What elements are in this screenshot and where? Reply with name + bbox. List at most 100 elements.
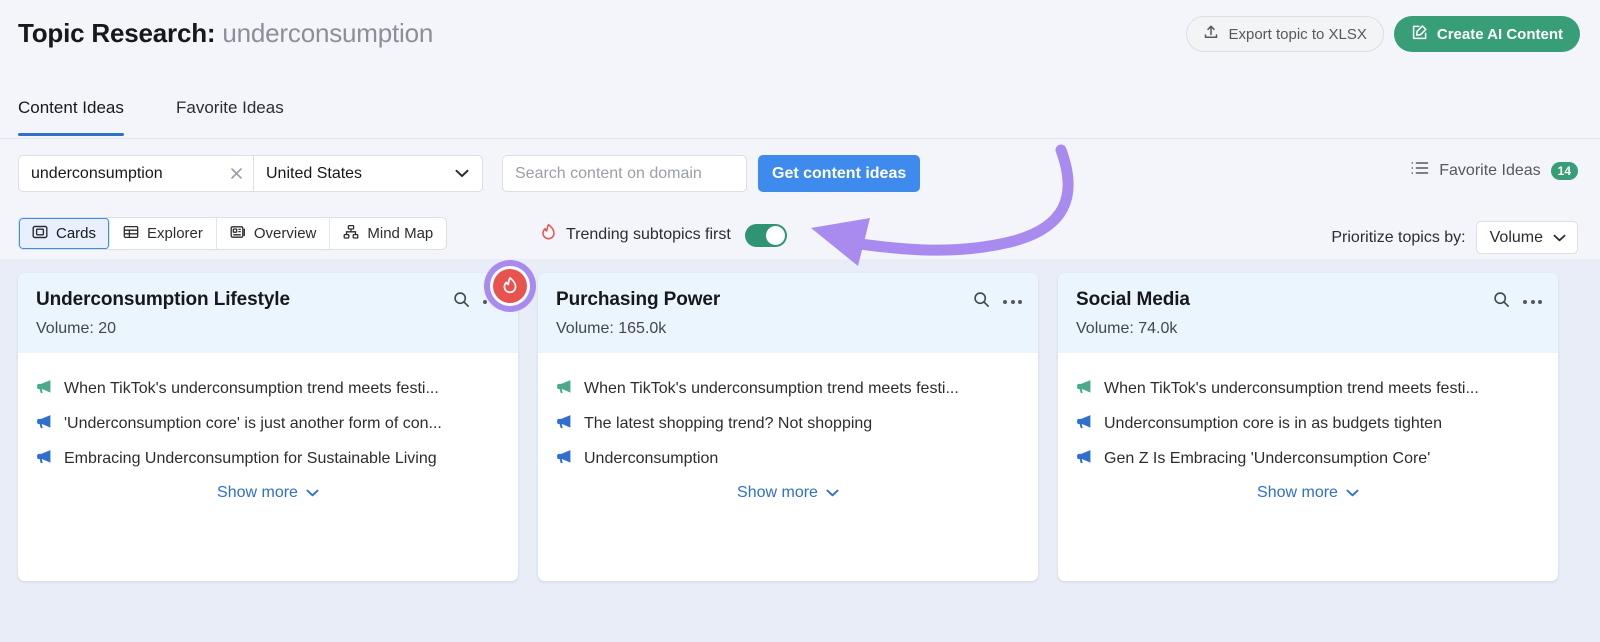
idea-text: Embracing Underconsumption for Sustainab… [64,450,437,467]
idea-item[interactable]: The latest shopping trend? Not shopping [556,414,1020,434]
view-mode-overview-label: Overview [253,225,317,242]
overview-icon [230,224,246,244]
idea-text: Underconsumption core is in as budgets t… [1104,415,1442,432]
toggle-knob [765,225,785,245]
show-more-label: Show more [737,484,818,501]
chevron-down-icon [1553,229,1566,247]
topic-research-page: Topic Research: underconsumption Export … [0,0,1600,642]
chevron-down-icon [826,484,839,502]
export-topic-button[interactable]: Export topic to XLSX [1186,16,1384,52]
topic-card-body: When TikTok's underconsumption trend mee… [538,353,1038,581]
idea-item[interactable]: When TikTok's underconsumption trend mee… [556,379,1020,399]
view-mode-cards[interactable]: Cards [19,218,111,249]
tab-favorite-ideas[interactable]: Favorite Ideas [176,98,284,135]
prioritize-select-value: Volume [1489,228,1543,246]
country-select-value: United States [266,164,363,182]
trending-badge-inner [490,266,530,306]
list-icon [1411,161,1429,180]
page-title-prefix: Topic Research: [18,18,216,48]
megaphone-icon [1076,449,1093,469]
cards-area: Underconsumption Lifestyle Volume: 20 Wh… [0,259,1600,642]
topic-card-volume: Volume: 165.0k [556,320,667,337]
prioritize-select[interactable]: Volume [1475,221,1578,254]
idea-item[interactable]: Underconsumption [556,449,1020,469]
megaphone-icon [556,414,573,434]
view-mode-mind-map-label: Mind Map [367,225,434,242]
chevron-down-icon [306,484,319,502]
show-more-label: Show more [217,484,298,501]
get-content-ideas-button[interactable]: Get content ideas [758,155,921,192]
favorite-ideas-label: Favorite Ideas [1439,161,1541,179]
topic-card-header: Purchasing Power Volume: 165.0k [538,273,1038,353]
topic-card-volume: Volume: 20 [36,320,117,337]
idea-text: Underconsumption [584,450,719,467]
close-icon[interactable] [219,156,253,191]
search-icon[interactable] [1493,291,1510,313]
show-more-button[interactable]: Show more [556,484,1020,506]
pencil-square-icon [1411,24,1428,45]
cards-icon [32,224,48,244]
topic-card-title: Underconsumption Lifestyle [36,289,290,310]
tab-favorite-ideas-label: Favorite Ideas [176,98,284,117]
search-icon[interactable] [453,291,470,313]
topic-card-title: Purchasing Power [556,289,721,310]
country-select[interactable]: United States [254,156,482,191]
chevron-down-icon [1346,484,1359,502]
topic-card-header: Underconsumption Lifestyle Volume: 20 [18,273,518,353]
megaphone-icon [556,379,573,399]
idea-item[interactable]: When TikTok's underconsumption trend mee… [1076,379,1540,399]
topic-card[interactable]: Social Media Volume: 74.0k When TikTok's… [1058,273,1558,581]
search-domain-input[interactable] [502,155,747,192]
fire-icon [493,269,527,303]
upload-icon [1203,24,1219,44]
cards-list: Underconsumption Lifestyle Volume: 20 Wh… [0,259,1600,581]
idea-item[interactable]: When TikTok's underconsumption trend mee… [36,379,500,399]
favorite-ideas-count: 14 [1550,161,1578,180]
page-title-topic: underconsumption [222,18,434,48]
tab-bar: Content Ideas Favorite Ideas [0,88,1600,139]
topic-card-actions [1493,291,1542,313]
header-actions: Export topic to XLSX Create AI Content [1186,16,1580,52]
topic-card[interactable]: Purchasing Power Volume: 165.0k When Tik… [538,273,1038,581]
keyword-input[interactable] [19,156,219,191]
megaphone-icon [36,414,53,434]
mindmap-icon [343,224,359,244]
idea-item[interactable]: 'Underconsumption core' is just another … [36,414,500,434]
view-mode-switcher: Cards Explorer Overview Mind Map [18,217,448,250]
view-mode-overview[interactable]: Overview [217,218,331,249]
show-more-label: Show more [1257,484,1338,501]
trending-subtopics-toggle[interactable] [744,223,787,247]
favorite-ideas-link[interactable]: Favorite Ideas 14 [1411,161,1578,180]
topic-card-body: When TikTok's underconsumption trend mee… [1058,353,1558,581]
search-icon[interactable] [973,291,990,313]
idea-item[interactable]: Gen Z Is Embracing 'Underconsumption Cor… [1076,449,1540,469]
topic-card-actions [973,291,1022,313]
idea-item[interactable]: Underconsumption core is in as budgets t… [1076,414,1540,434]
tab-content-ideas[interactable]: Content Ideas [18,98,124,136]
idea-text: When TikTok's underconsumption trend mee… [584,380,959,397]
megaphone-icon [1076,414,1093,434]
view-controls-row: Cards Explorer Overview Mind Map Trendin… [0,207,1600,259]
view-mode-explorer-label: Explorer [147,225,203,242]
export-topic-label: Export topic to XLSX [1228,25,1367,43]
trending-subtopics-label: Trending subtopics first [566,226,731,243]
view-mode-cards-label: Cards [56,225,97,242]
create-ai-content-label: Create AI Content [1436,25,1563,43]
create-ai-content-button[interactable]: Create AI Content [1393,16,1580,52]
view-mode-mind-map[interactable]: Mind Map [330,218,446,249]
show-more-button[interactable]: Show more [36,484,500,506]
more-options-icon[interactable] [1523,300,1542,304]
megaphone-icon [36,449,53,469]
idea-item[interactable]: Embracing Underconsumption for Sustainab… [36,449,500,469]
view-mode-explorer[interactable]: Explorer [110,218,217,249]
prioritize-control: Prioritize topics by: Volume [1331,221,1578,254]
tab-content-ideas-label: Content Ideas [18,98,124,117]
prioritize-label: Prioritize topics by: [1331,228,1466,246]
fire-icon [540,223,557,247]
more-options-icon[interactable] [1003,300,1022,304]
show-more-button[interactable]: Show more [1076,484,1540,506]
trending-badge [484,260,536,312]
topic-card[interactable]: Underconsumption Lifestyle Volume: 20 Wh… [18,273,518,581]
idea-text: 'Underconsumption core' is just another … [64,415,442,432]
idea-text: When TikTok's underconsumption trend mee… [1104,380,1479,397]
